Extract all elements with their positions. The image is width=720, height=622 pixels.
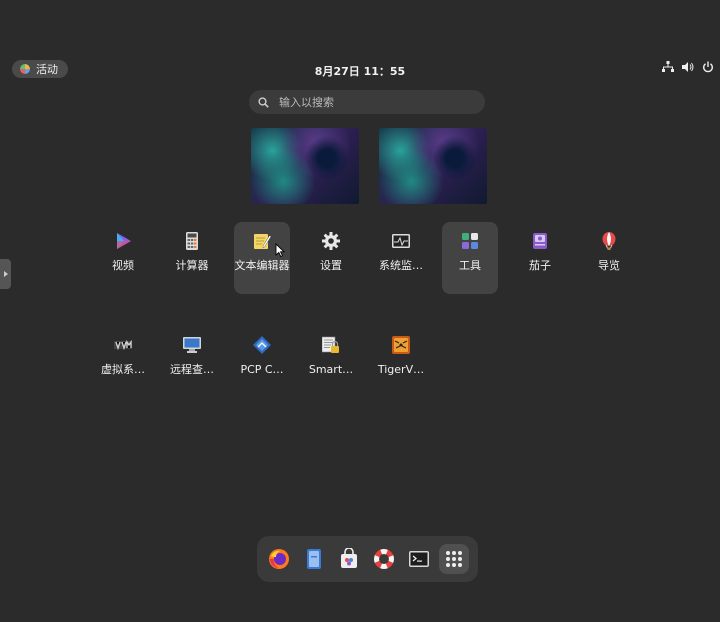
search-input[interactable] [277, 94, 471, 110]
app-pcp-charts[interactable]: PCP C… [234, 326, 290, 398]
help-icon [374, 549, 394, 569]
firefox-icon [269, 549, 289, 569]
app-eggplant[interactable]: 茄子 [512, 222, 568, 294]
software-icon [341, 548, 357, 568]
text-editor-icon [254, 234, 271, 249]
app-label: 虚拟系… [101, 363, 145, 376]
workspace-thumbnail-2[interactable] [379, 128, 487, 204]
app-virt-manager[interactable]: 虚拟系… [95, 326, 151, 398]
hot-air-balloon-icon [602, 232, 616, 250]
videos-icon [117, 233, 131, 249]
gear-icon [322, 232, 340, 250]
volume-icon[interactable] [682, 61, 694, 73]
app-system-monitor[interactable]: 系统监… [373, 222, 429, 294]
app-label: PCP C… [240, 363, 284, 376]
app-remote-viewer[interactable]: 远程查… [164, 326, 220, 398]
edge-handle[interactable] [0, 259, 11, 289]
search-bar[interactable] [249, 90, 485, 114]
app-grid-icon [446, 551, 462, 567]
files-icon [307, 549, 321, 569]
app-calculator[interactable]: 计算器 [164, 222, 220, 294]
dash [257, 536, 478, 582]
dock-files[interactable] [299, 544, 329, 574]
app-smartcard[interactable]: Smart… [303, 326, 359, 398]
app-label: 视频 [112, 259, 134, 272]
dock-terminal[interactable] [404, 544, 434, 574]
dock-firefox[interactable] [264, 544, 294, 574]
app-label: 计算器 [175, 259, 209, 272]
virtual-machine-icon [114, 339, 132, 351]
app-tour[interactable]: 导览 [581, 222, 637, 294]
power-icon[interactable] [702, 61, 714, 73]
clock[interactable]: 8月27日 11：55 [0, 63, 720, 79]
pcp-icon [253, 336, 271, 354]
app-label: 设置 [320, 259, 342, 272]
app-label: Smart… [308, 363, 354, 376]
app-label: 工具 [459, 259, 481, 272]
tools-folder-icon [462, 233, 478, 249]
monitor-icon [183, 337, 201, 353]
show-apps-button[interactable] [439, 544, 469, 574]
dock-software[interactable] [334, 544, 364, 574]
workspace-thumbnail-1[interactable] [251, 128, 359, 204]
smartcard-lock-icon [322, 336, 339, 353]
app-folder-tools[interactable]: 工具 [442, 222, 498, 294]
app-label: 系统监… [379, 259, 423, 272]
system-menu[interactable] [662, 61, 714, 73]
search-icon [258, 96, 269, 108]
system-monitor-icon [392, 234, 410, 248]
app-label: TigerV… [377, 363, 425, 376]
app-label: 文本编辑器 [234, 259, 290, 272]
app-tigervnc[interactable]: TigerV… [373, 326, 429, 398]
dock-help[interactable] [369, 544, 399, 574]
app-label: 茄子 [529, 259, 551, 272]
tiger-icon [392, 336, 410, 354]
eggplant-icon [533, 233, 547, 249]
app-settings[interactable]: 设置 [303, 222, 359, 294]
overview-background: 活动 8月27日 11：55 视频 计算器 文本编辑器 [0, 0, 720, 622]
app-label: 导览 [598, 259, 620, 272]
app-label: 远程查… [170, 363, 214, 376]
mouse-cursor [275, 243, 285, 257]
calculator-icon [186, 232, 198, 250]
app-text-editor[interactable]: 文本编辑器 [234, 222, 290, 294]
network-icon[interactable] [662, 61, 674, 73]
top-bar: 活动 8月27日 11：55 [0, 56, 720, 82]
app-videos[interactable]: 视频 [95, 222, 151, 294]
terminal-icon [409, 551, 429, 567]
